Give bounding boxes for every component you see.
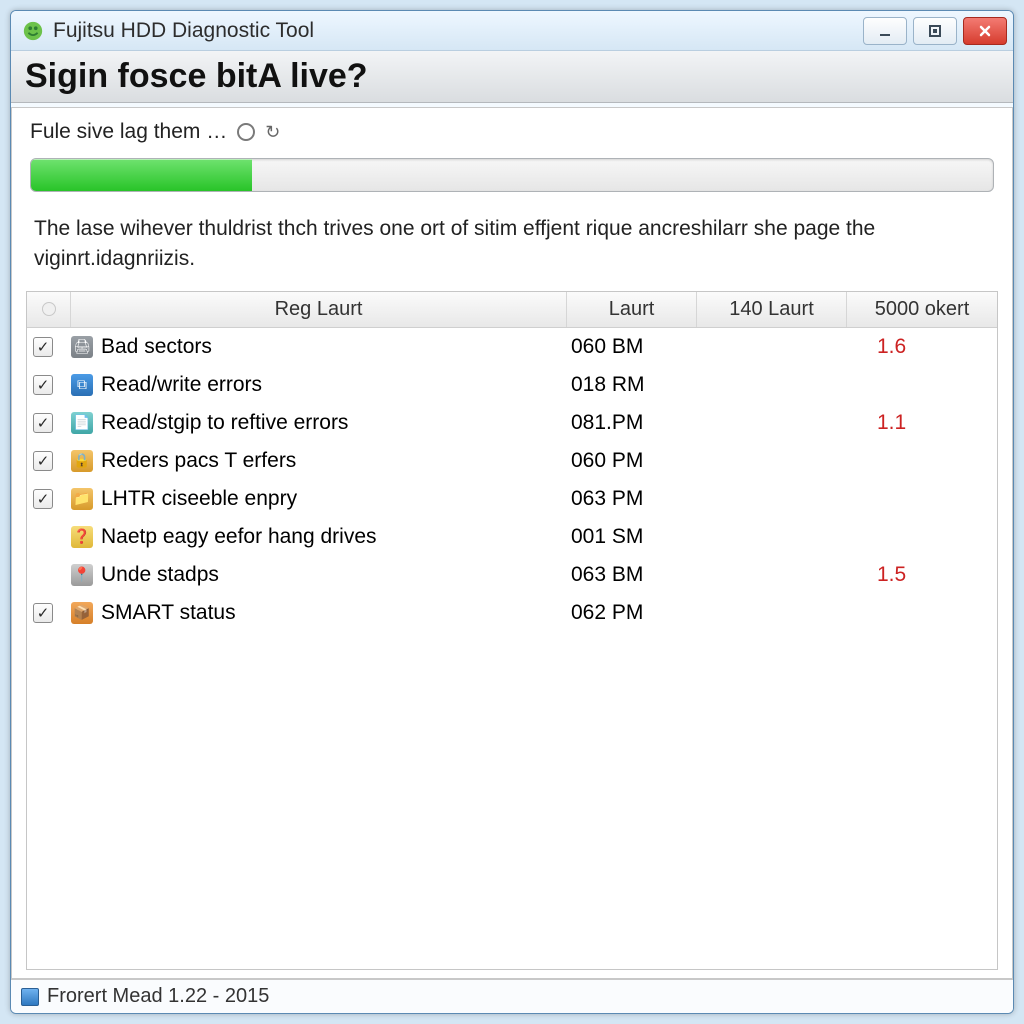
subhead-text: Fule sive lag them … xyxy=(30,120,227,144)
table-body: ✓ 🖨 Bad sectors 060 BM 1.6 ✓ ⧉ Read/write error… xyxy=(27,328,997,969)
row-col-c: 1.6 xyxy=(847,335,997,359)
description-text: The lase wihever thuldrist thch trives o… xyxy=(12,196,1012,287)
table-row[interactable]: ✓ ⧉ Read/write errors 018 RM xyxy=(27,366,997,404)
row-icon: 📄 xyxy=(71,412,93,434)
table-row[interactable]: ✓ 🔒 Reders pacs T erfers 060 PM xyxy=(27,442,997,480)
table-row[interactable]: ✓ 📄 Read/stgip to reftive errors 081.PM 1.1 xyxy=(27,404,997,442)
row-col-c: 1.1 xyxy=(847,411,997,435)
col-check[interactable] xyxy=(27,292,71,327)
row-name: SMART status xyxy=(101,601,236,625)
row-name: Read/stgip to reftive errors xyxy=(101,411,348,435)
results-table: Reg Laurt Laurt 140 Laurt 5000 okert ✓ 🖨 B… xyxy=(26,291,998,970)
close-button[interactable] xyxy=(963,17,1007,45)
row-icon: 🔒 xyxy=(71,450,93,472)
col-c[interactable]: 5000 okert xyxy=(847,292,997,327)
row-icon: 📁 xyxy=(71,488,93,510)
app-icon xyxy=(21,19,45,43)
row-col-a: 081.PM xyxy=(567,411,697,435)
window-title: Fujitsu HDD Diagnostic Tool xyxy=(53,19,855,43)
table-row[interactable]: ✓ 📁 LHTR ciseeble enpry 063 PM xyxy=(27,480,997,518)
table-header: Reg Laurt Laurt 140 Laurt 5000 okert xyxy=(27,292,997,328)
progress-wrap xyxy=(30,158,994,192)
table-row[interactable]: ✓ 📦 SMART status 062 PM xyxy=(27,594,997,632)
table-row[interactable]: 📍 Unde stadps 063 BM 1.5 xyxy=(27,556,997,594)
row-name: Read/write errors xyxy=(101,373,262,397)
header-bar: Sigin fosce bitA live? xyxy=(11,51,1013,103)
row-name: Bad sectors xyxy=(101,335,212,359)
row-icon: ❓ xyxy=(71,526,93,548)
row-checkbox[interactable]: ✓ xyxy=(33,451,53,471)
main-panel: Fule sive lag them … ↻ The lase wihever … xyxy=(11,107,1013,979)
progress-fill xyxy=(31,159,252,191)
col-a[interactable]: Laurt xyxy=(567,292,697,327)
status-text: Frorert Mead 1.22 - 2015 xyxy=(47,985,269,1008)
row-icon: ⧉ xyxy=(71,374,93,396)
status-icon xyxy=(21,988,39,1006)
row-col-a: 062 PM xyxy=(567,601,697,625)
col-name[interactable]: Reg Laurt xyxy=(71,292,567,327)
titlebar[interactable]: Fujitsu HDD Diagnostic Tool xyxy=(11,11,1013,51)
maximize-button[interactable] xyxy=(913,17,957,45)
row-col-a: 060 BM xyxy=(567,335,697,359)
app-window: Fujitsu HDD Diagnostic Tool Sigin fosce … xyxy=(10,10,1014,1014)
sort-icon xyxy=(42,302,56,316)
table-row[interactable]: ✓ 🖨 Bad sectors 060 BM 1.6 xyxy=(27,328,997,366)
refresh-icon[interactable]: ↻ xyxy=(265,122,280,143)
subhead-row: Fule sive lag them … ↻ xyxy=(12,108,1012,150)
row-col-a: 060 PM xyxy=(567,449,697,473)
row-name: LHTR ciseeble enpry xyxy=(101,487,297,511)
row-col-a: 001 SM xyxy=(567,525,697,549)
row-col-a: 063 PM xyxy=(567,487,697,511)
row-name: Unde stadps xyxy=(101,563,219,587)
status-bar: Frorert Mead 1.22 - 2015 xyxy=(11,979,1013,1013)
row-icon: 📦 xyxy=(71,602,93,624)
row-icon: 📍 xyxy=(71,564,93,586)
window-buttons xyxy=(863,17,1007,45)
option-radio[interactable] xyxy=(237,123,255,141)
row-col-c: 1.5 xyxy=(847,563,997,587)
minimize-button[interactable] xyxy=(863,17,907,45)
row-checkbox[interactable]: ✓ xyxy=(33,337,53,357)
table-row[interactable]: ❓ Naetp eagy eefor hang drives 001 SM xyxy=(27,518,997,556)
row-checkbox[interactable]: ✓ xyxy=(33,603,53,623)
row-checkbox[interactable]: ✓ xyxy=(33,489,53,509)
col-b[interactable]: 140 Laurt xyxy=(697,292,847,327)
row-icon: 🖨 xyxy=(71,336,93,358)
row-checkbox[interactable]: ✓ xyxy=(33,375,53,395)
row-name: Reders pacs T erfers xyxy=(101,449,296,473)
page-heading: Sigin fosce bitA live? xyxy=(25,57,999,96)
row-checkbox[interactable]: ✓ xyxy=(33,413,53,433)
row-col-a: 063 BM xyxy=(567,563,697,587)
progress-bar xyxy=(30,158,994,192)
row-col-a: 018 RM xyxy=(567,373,697,397)
row-name: Naetp eagy eefor hang drives xyxy=(101,525,377,549)
